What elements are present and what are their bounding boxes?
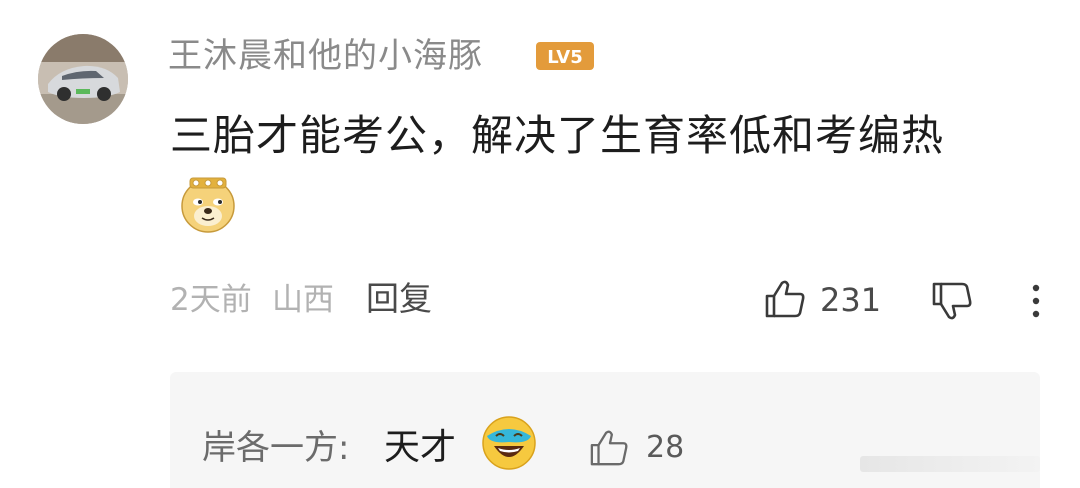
reply-text: 天才 <box>384 427 457 468</box>
reply-thumbs-up-icon[interactable] <box>588 428 630 468</box>
comment-screen: 王沐晨和他的小海豚 LV5 三胎才能考公，解决了生育率低和考编热 2天前 山西 … <box>0 0 1080 488</box>
cropped-next-line <box>330 480 1040 488</box>
level-badge-text: LV5 <box>547 47 582 68</box>
reply-preview[interactable]: 岸各一方: 天才 28 <box>170 372 1040 488</box>
thumbs-up-icon[interactable] <box>763 278 807 320</box>
reply-like-count: 28 <box>646 430 685 465</box>
reply-button[interactable]: 回复 <box>366 279 432 319</box>
level-badge: LV5 <box>536 42 594 70</box>
comment-text: 三胎才能考公，解决了生育率低和考编热 <box>170 111 945 160</box>
car-photo-icon <box>38 34 128 124</box>
avatar[interactable] <box>38 34 128 124</box>
like-count: 231 <box>820 281 882 319</box>
thumbs-down-icon[interactable] <box>930 280 974 322</box>
more-options-icon[interactable] <box>1024 282 1048 322</box>
faded-text-placeholder <box>860 456 1040 472</box>
laugh-emoji-icon <box>482 416 536 470</box>
doge-emoji-icon <box>181 177 235 233</box>
reply-username[interactable]: 岸各一方: <box>202 426 349 470</box>
comment-location: 山西 <box>272 282 334 318</box>
comment-time: 2天前 <box>170 282 252 318</box>
username[interactable]: 王沐晨和他的小海豚 <box>168 34 483 78</box>
